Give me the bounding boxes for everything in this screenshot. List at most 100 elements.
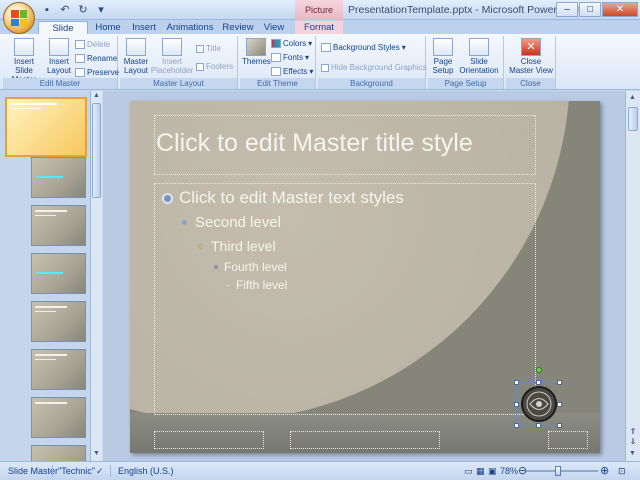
rename-button[interactable]: Rename bbox=[75, 54, 117, 63]
text-level-1[interactable]: Click to edit Master text styles bbox=[162, 188, 404, 208]
bullet-icon bbox=[198, 243, 203, 249]
layout-thumbnail[interactable] bbox=[31, 253, 86, 294]
thumbnail-list bbox=[0, 91, 90, 461]
office-logo-icon bbox=[11, 10, 27, 26]
thumb-line bbox=[35, 402, 67, 404]
tab-insert[interactable]: Insert bbox=[128, 21, 160, 34]
text-level-3[interactable]: Third level bbox=[198, 238, 276, 254]
master-layout-button[interactable]: Master Layout bbox=[121, 38, 151, 75]
master-layout-icon bbox=[126, 38, 146, 56]
text-level-4[interactable]: Fourth level bbox=[214, 260, 287, 274]
date-placeholder[interactable] bbox=[154, 431, 264, 449]
slide-thumbnail-pane: ▲ ▼ bbox=[0, 91, 102, 461]
tab-animations[interactable]: Animations bbox=[164, 21, 216, 34]
next-slide-icon[interactable]: ⇓ bbox=[628, 437, 638, 447]
group-edit-theme: Themes Colors ▾ Fonts ▾ Effects ▾ Edit Them… bbox=[240, 36, 316, 89]
scroll-up-arrow-icon[interactable]: ▲ bbox=[628, 93, 637, 103]
footer-placeholder[interactable] bbox=[290, 431, 440, 449]
zoom-slider-track[interactable] bbox=[526, 470, 598, 472]
delete-button[interactable]: Delete bbox=[75, 40, 110, 49]
layout-thumbnail[interactable] bbox=[31, 349, 86, 390]
fit-slide-to-window-icon[interactable]: ⊡ bbox=[618, 466, 626, 477]
thumb-line bbox=[10, 108, 42, 109]
effects-button[interactable]: Effects ▾ bbox=[271, 67, 313, 76]
text-level-5[interactable]: Fifth level bbox=[226, 278, 287, 292]
office-button[interactable] bbox=[3, 2, 35, 34]
slide-editing-area: Click to edit Master title style Click t… bbox=[103, 91, 625, 461]
background-styles-button[interactable]: Background Styles ▾ bbox=[321, 43, 406, 52]
save-icon[interactable]: ▪ bbox=[40, 3, 54, 17]
text-level-2[interactable]: Second level bbox=[182, 214, 281, 231]
group-master-layout: Master Layout Insert Placeholder Title F… bbox=[120, 36, 238, 89]
resize-handle[interactable] bbox=[514, 423, 519, 428]
master-thumbnail[interactable] bbox=[5, 97, 87, 157]
status-language[interactable]: English (U.S.) bbox=[118, 466, 174, 476]
title-checkbox[interactable]: Title bbox=[196, 44, 221, 53]
group-label-edit-master: Edit Master bbox=[3, 78, 117, 89]
resize-handle[interactable] bbox=[557, 423, 562, 428]
layout-thumbnail[interactable] bbox=[31, 445, 86, 461]
zoom-in-icon[interactable]: ⊕ bbox=[600, 464, 609, 477]
scroll-thumb[interactable] bbox=[92, 103, 101, 198]
close-window-button[interactable]: ✕ bbox=[602, 2, 638, 17]
main-vertical-scrollbar[interactable]: ▲ ⇑ ⇓ ▼ bbox=[625, 91, 640, 461]
previous-slide-icon[interactable]: ⇑ bbox=[628, 427, 638, 437]
thumb-line bbox=[35, 306, 67, 308]
slide-orientation-button[interactable]: Slide Orientation bbox=[456, 38, 502, 75]
resize-handle[interactable] bbox=[557, 402, 562, 407]
quick-access-toolbar: ▪ ↶ ↻ ▾ bbox=[40, 3, 108, 17]
tab-review[interactable]: Review bbox=[220, 21, 256, 34]
insert-layout-button[interactable]: Insert Layout bbox=[45, 38, 73, 75]
tab-slide-master[interactable]: Slide Master bbox=[38, 21, 88, 47]
scroll-down-arrow-icon[interactable]: ▼ bbox=[628, 449, 637, 459]
resize-handle[interactable] bbox=[557, 380, 562, 385]
footers-checkbox[interactable]: Footers bbox=[196, 62, 233, 71]
spellcheck-icon[interactable]: ✓ bbox=[96, 466, 104, 477]
group-label-background: Background bbox=[318, 78, 425, 89]
colors-button[interactable]: Colors ▾ bbox=[271, 39, 312, 48]
close-master-view-button[interactable]: ✕ Close Master View bbox=[508, 38, 554, 75]
resize-handle[interactable] bbox=[514, 402, 519, 407]
context-tab-group-label: Picture Tools bbox=[295, 0, 343, 35]
normal-view-icon[interactable]: ▭ bbox=[464, 466, 473, 477]
tab-view[interactable]: View bbox=[260, 21, 288, 34]
slide-sorter-view-icon[interactable]: ▦ bbox=[476, 466, 485, 477]
fonts-icon bbox=[271, 53, 281, 62]
group-label-page-setup: Page Setup bbox=[428, 78, 503, 89]
minimize-button[interactable]: – bbox=[556, 2, 578, 17]
resize-handle[interactable] bbox=[514, 380, 519, 385]
resize-handle[interactable] bbox=[536, 380, 541, 385]
slide-master-canvas[interactable]: Click to edit Master title style Click t… bbox=[130, 101, 600, 453]
layout-thumbnail[interactable] bbox=[31, 397, 86, 438]
thumb-line bbox=[10, 103, 57, 105]
fonts-button[interactable]: Fonts ▾ bbox=[271, 53, 309, 62]
slide-number-placeholder[interactable] bbox=[548, 431, 588, 449]
maximize-button[interactable]: □ bbox=[579, 2, 601, 17]
page-setup-button[interactable]: Page Setup bbox=[430, 38, 456, 75]
insert-placeholder-button[interactable]: Insert Placeholder bbox=[150, 38, 194, 75]
thumbnail-scrollbar[interactable]: ▲ ▼ bbox=[90, 91, 102, 461]
slide-show-view-icon[interactable]: ▣ bbox=[488, 466, 497, 477]
rename-icon bbox=[75, 54, 85, 63]
rotation-handle[interactable] bbox=[536, 367, 542, 373]
layout-thumbnail[interactable] bbox=[31, 157, 86, 198]
hide-background-graphics-checkbox[interactable]: Hide Background Graphics bbox=[321, 63, 427, 72]
qat-dropdown-icon[interactable]: ▾ bbox=[94, 3, 108, 17]
tab-format[interactable]: Format bbox=[295, 21, 343, 34]
redo-icon[interactable]: ↻ bbox=[76, 3, 90, 17]
tab-home[interactable]: Home bbox=[92, 21, 124, 34]
zoom-slider-knob[interactable] bbox=[555, 466, 561, 476]
resize-handle[interactable] bbox=[536, 423, 541, 428]
undo-icon[interactable]: ↶ bbox=[58, 3, 72, 17]
master-title-text[interactable]: Click to edit Master title style bbox=[156, 129, 473, 158]
preserve-button[interactable]: Preserve bbox=[75, 68, 119, 77]
themes-button[interactable]: Themes bbox=[242, 38, 271, 66]
seal-picture[interactable] bbox=[520, 385, 558, 423]
scroll-thumb[interactable] bbox=[628, 107, 638, 131]
insert-layout-icon bbox=[49, 38, 69, 56]
layout-thumbnail[interactable] bbox=[31, 205, 86, 246]
zoom-level[interactable]: 78% bbox=[500, 466, 518, 476]
layout-thumbnail[interactable] bbox=[31, 301, 86, 342]
scroll-down-arrow-icon[interactable]: ▼ bbox=[92, 449, 101, 459]
scroll-up-arrow-icon[interactable]: ▲ bbox=[92, 91, 101, 101]
